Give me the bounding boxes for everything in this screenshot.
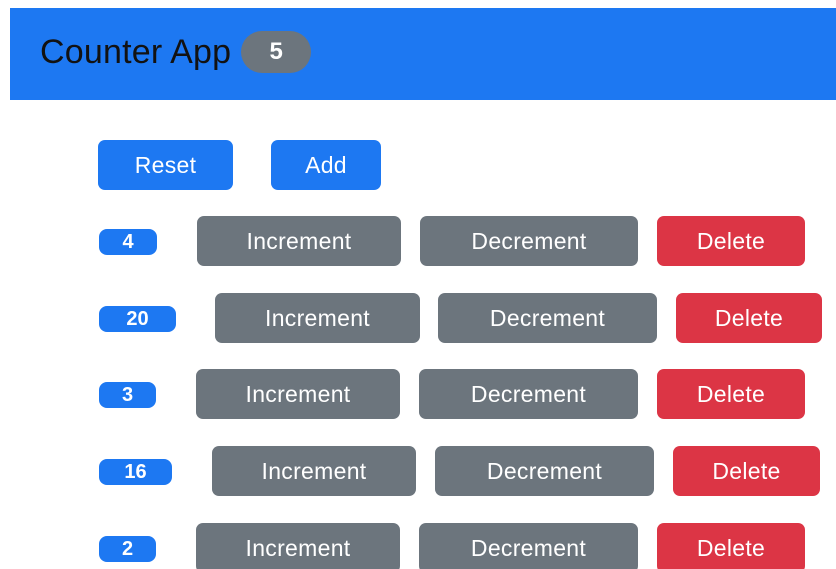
delete-button[interactable]: Delete	[657, 369, 805, 419]
increment-button[interactable]: Increment	[215, 293, 420, 343]
increment-button[interactable]: Increment	[196, 523, 400, 569]
decrement-button[interactable]: Decrement	[419, 523, 638, 569]
counter-value-badge: 3	[99, 382, 156, 408]
navbar: Counter App 5	[10, 8, 836, 100]
counter-row: 2 Increment Decrement Delete	[0, 523, 836, 569]
app-root: Counter App 5 Reset Add 4 Increment Decr…	[0, 0, 836, 569]
navbar-brand: Counter App 5	[40, 31, 312, 73]
decrement-button[interactable]: Decrement	[420, 216, 638, 266]
add-button[interactable]: Add	[271, 140, 381, 190]
counter-row: 3 Increment Decrement Delete	[0, 369, 836, 421]
counter-value-badge: 16	[99, 459, 172, 485]
counter-value-badge: 4	[99, 229, 157, 255]
increment-button[interactable]: Increment	[196, 369, 400, 419]
counter-value-badge: 2	[99, 536, 156, 562]
delete-button[interactable]: Delete	[673, 446, 820, 496]
delete-button[interactable]: Delete	[657, 523, 805, 569]
counter-value-badge: 20	[99, 306, 176, 332]
decrement-button[interactable]: Decrement	[419, 369, 638, 419]
delete-button[interactable]: Delete	[657, 216, 805, 266]
delete-button[interactable]: Delete	[676, 293, 822, 343]
total-counters-badge: 5	[241, 31, 312, 73]
counter-row: 16 Increment Decrement Delete	[0, 446, 836, 498]
counter-row: 20 Increment Decrement Delete	[0, 293, 836, 345]
decrement-button[interactable]: Decrement	[435, 446, 654, 496]
reset-button[interactable]: Reset	[98, 140, 233, 190]
increment-button[interactable]: Increment	[197, 216, 401, 266]
increment-button[interactable]: Increment	[212, 446, 416, 496]
decrement-button[interactable]: Decrement	[438, 293, 657, 343]
counter-row: 4 Increment Decrement Delete	[0, 216, 836, 268]
app-title: Counter App	[40, 32, 232, 71]
